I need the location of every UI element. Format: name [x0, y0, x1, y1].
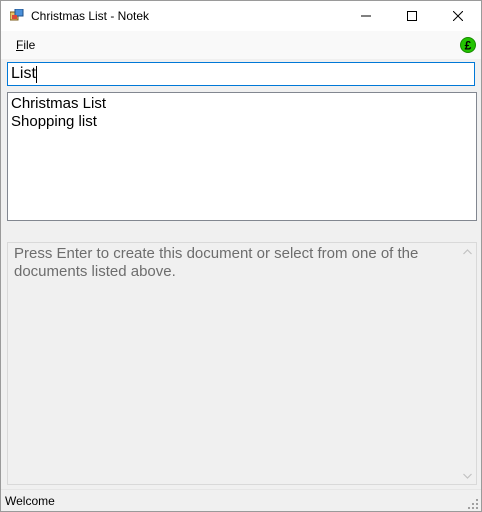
document-list[interactable]: Christmas List Shopping list — [7, 92, 477, 221]
search-box[interactable] — [7, 62, 475, 86]
pound-sign-icon[interactable]: £ — [460, 37, 476, 53]
menu-file[interactable]: File — [8, 33, 43, 57]
status-bar: Welcome — [1, 489, 481, 511]
document-editor[interactable]: Press Enter to create this document or s… — [7, 242, 477, 485]
scroll-up-button[interactable] — [459, 243, 476, 260]
status-text: Welcome — [5, 494, 55, 508]
minimize-icon — [361, 15, 371, 17]
svg-text:£: £ — [465, 39, 472, 53]
list-item[interactable]: Shopping list — [8, 113, 106, 131]
chevron-up-icon — [463, 248, 472, 254]
maximize-button[interactable] — [389, 1, 435, 31]
maximize-icon — [407, 11, 417, 21]
app-icon — [10, 9, 24, 21]
editor-placeholder: Press Enter to create this document or s… — [14, 245, 419, 280]
minimize-button[interactable] — [343, 1, 389, 31]
menu-bar: File — [1, 31, 481, 59]
chevron-down-icon — [463, 473, 472, 479]
close-icon — [453, 11, 463, 21]
scroll-down-button[interactable] — [459, 467, 476, 484]
title-bar[interactable]: Christmas List - Notek — [1, 1, 481, 31]
resize-grip-icon[interactable] — [467, 498, 479, 510]
list-item[interactable]: Christmas List — [8, 95, 106, 113]
menu-file-label: ile — [23, 38, 36, 52]
search-input[interactable] — [8, 63, 474, 85]
editor-scrollbar[interactable] — [459, 243, 476, 484]
window-title: Christmas List - Notek — [31, 9, 150, 23]
app-window: Christmas List - Notek File £ Christmas … — [0, 0, 482, 512]
text-caret — [36, 66, 37, 83]
close-button[interactable] — [435, 1, 481, 31]
